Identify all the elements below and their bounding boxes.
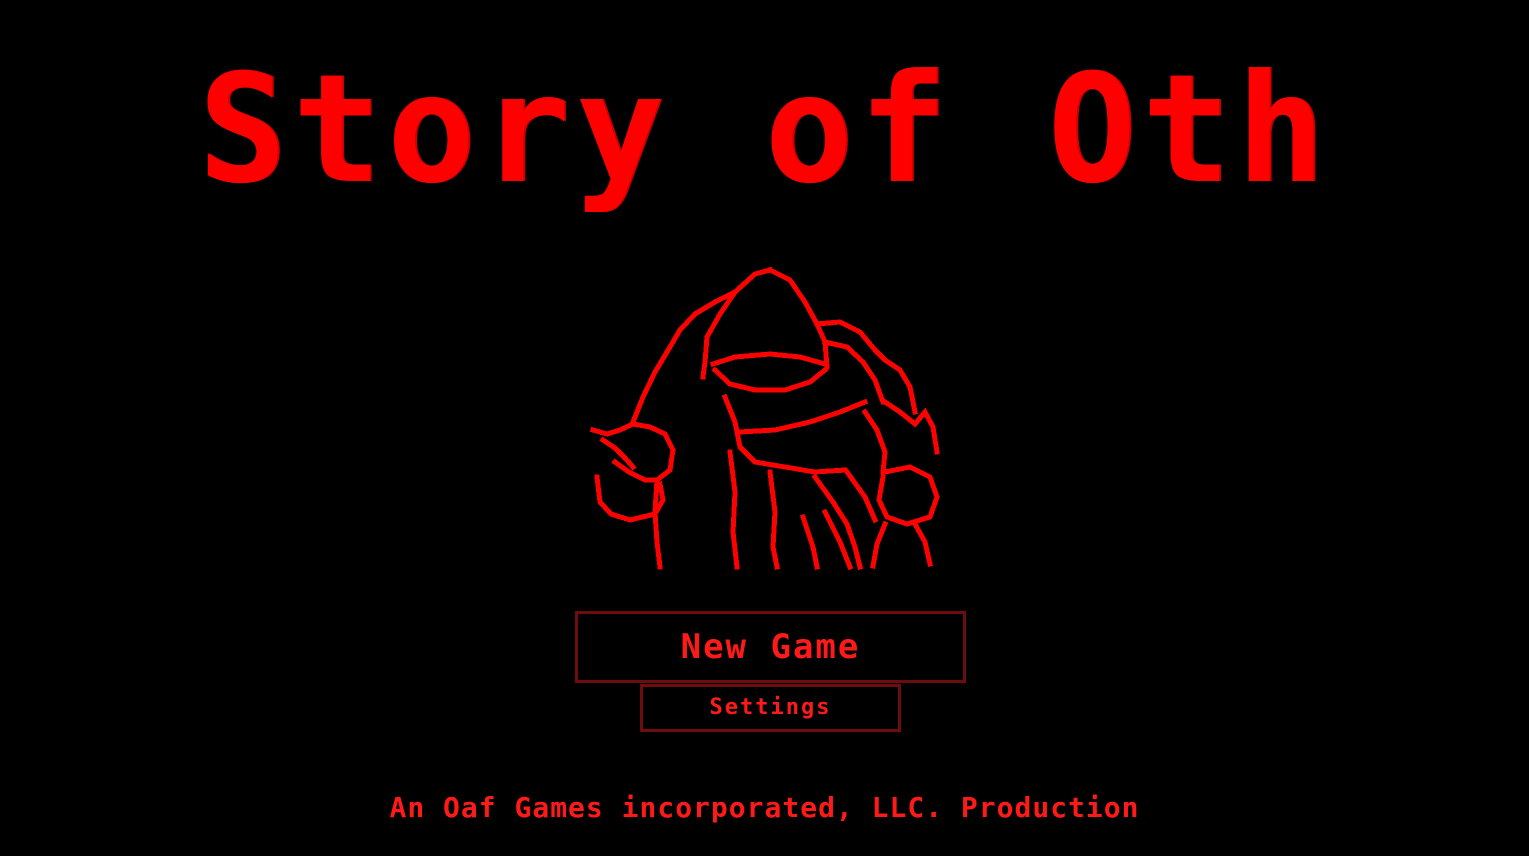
- hooded-figure-icon: [589, 266, 940, 571]
- settings-button[interactable]: Settings: [640, 684, 901, 732]
- production-credit: An Oaf Games incorporated, LLC. Producti…: [389, 791, 1140, 824]
- new-game-button[interactable]: New Game: [575, 611, 966, 683]
- title-screen: Story of Oth New Game Settings An Oaf Ga…: [0, 0, 1529, 856]
- game-title: Story of Oth: [198, 43, 1331, 217]
